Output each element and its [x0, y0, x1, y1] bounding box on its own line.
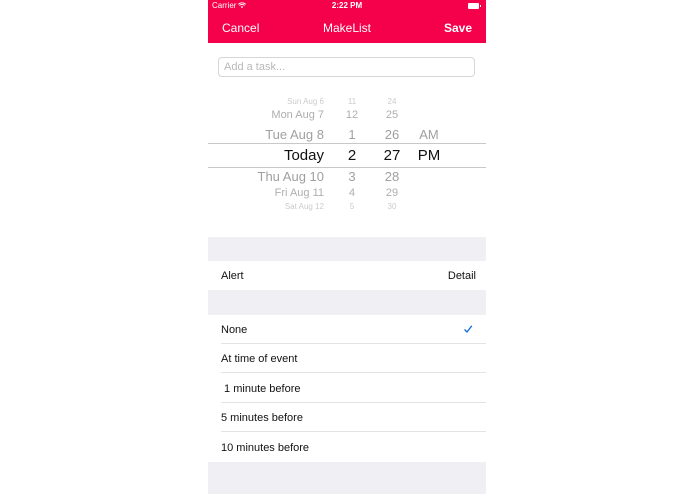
navigation-bar: Cancel MakeList Save	[208, 13, 486, 43]
alert-detail: Detail	[447, 270, 476, 282]
picker-minute-item[interactable]: 27	[378, 148, 406, 163]
picker-hour-item[interactable]: 1	[338, 128, 366, 141]
picker-minute-item[interactable]: 28	[378, 170, 406, 183]
task-input[interactable]	[218, 57, 475, 77]
picker-date-item[interactable]: Sun Aug 6	[228, 98, 324, 106]
alert-option-row[interactable]: None	[208, 315, 486, 344]
picker-date-item[interactable]: Sat Aug 12	[228, 203, 324, 211]
section-spacer	[208, 237, 486, 261]
alert-option-label: 10 minutes before	[221, 442, 310, 454]
picker-minute-item[interactable]: 30	[378, 203, 406, 211]
app-screen: Carrier 2:22 PM Cancel MakeList Save Sun…	[208, 0, 486, 494]
status-bar: Carrier 2:22 PM	[208, 0, 486, 13]
alert-option-row[interactable]: 1 minute before	[208, 374, 486, 403]
alert-option-label: 5 minutes before	[221, 412, 303, 424]
picker-date-item[interactable]: Tue Aug 8	[228, 128, 324, 141]
alert-label: Alert	[221, 270, 244, 282]
alert-option-label: 1 minute before	[221, 383, 301, 395]
alert-option-label: At time of event	[221, 353, 298, 365]
section-spacer	[208, 462, 486, 494]
picker-date-item[interactable]: Thu Aug 10	[228, 170, 325, 183]
alert-option-label: None	[221, 324, 248, 336]
picker-minute-item[interactable]: 26	[378, 128, 406, 141]
picker-minute-item[interactable]: 24	[378, 98, 406, 106]
picker-hour-item[interactable]: 3	[338, 170, 366, 183]
picker-hour-item[interactable]: 4	[338, 187, 366, 199]
picker-period-item[interactable]: AM	[414, 128, 444, 141]
picker-hour-item[interactable]: 2	[338, 148, 366, 163]
picker-minute-item[interactable]: 25	[378, 109, 406, 121]
row-divider	[221, 431, 486, 432]
alert-option-row[interactable]: At time of event	[208, 344, 486, 373]
picker-period-item[interactable]: PM	[414, 148, 444, 163]
picker-minute-item[interactable]: 29	[378, 187, 406, 199]
picker-hour-item[interactable]: 5	[338, 203, 366, 211]
picker-hour-item[interactable]: 12	[338, 109, 366, 121]
status-time: 2:22 PM	[331, 1, 363, 10]
picker-hour-item[interactable]: 11	[338, 98, 366, 106]
save-button[interactable]: Save	[444, 21, 472, 35]
date-time-picker[interactable]: Sun Aug 6 Mon Aug 7 Tue Aug 8 Today Thu Aug …	[208, 92, 486, 216]
row-divider	[221, 372, 486, 373]
alert-row[interactable]: Alert Detail	[208, 261, 486, 290]
section-spacer	[208, 290, 486, 315]
battery-icon	[468, 3, 481, 9]
alert-option-row[interactable]: 10 minutes before	[208, 433, 486, 462]
picker-date-item[interactable]: Mon Aug 7	[228, 109, 324, 121]
picker-date-item[interactable]: Fri Aug 11	[228, 187, 324, 199]
alert-option-row[interactable]: 5 minutes before	[208, 403, 486, 432]
picker-date-item[interactable]: Today	[228, 148, 324, 163]
checkmark-icon	[464, 325, 473, 334]
